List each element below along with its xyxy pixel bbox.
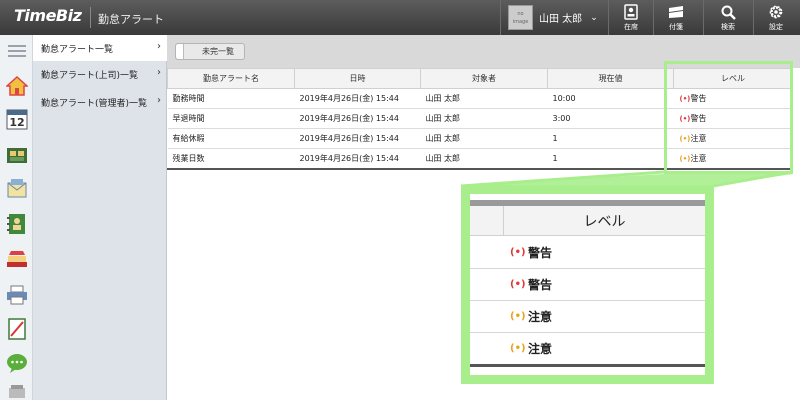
submenu-item-label: 勤怠アラート(上司)一覧 <box>41 70 139 81</box>
gear-icon <box>768 3 784 21</box>
user-name: 山田 太郎 <box>539 14 583 25</box>
search-icon <box>721 3 736 21</box>
zoom-bottom-border <box>470 364 705 367</box>
cell-datetime: 2019年4月26日(金) 15:44 <box>294 88 421 109</box>
submenu-item-boss-alert-list[interactable]: 勤怠アラート(上司)一覧 › <box>33 61 167 87</box>
zoom-row: (•) 警告 <box>470 269 705 301</box>
printer-icon[interactable] <box>4 283 29 307</box>
app-title: 勤怠アラート <box>98 13 164 26</box>
zoom-header: レベル <box>470 206 705 236</box>
zoom-row: (•) 注意 <box>470 301 705 333</box>
zoom-connector-left <box>460 170 665 188</box>
header-divider <box>703 0 704 35</box>
cell-alert-name: 残業日数 <box>167 148 295 169</box>
cell-alert-name: 早退時間 <box>167 108 295 129</box>
submenu-item-alert-list[interactable]: 勤怠アラート一覧 › <box>33 35 167 61</box>
addressbook-icon[interactable] <box>4 212 29 236</box>
settings-label: 設定 <box>769 23 783 31</box>
zoom-row: (•) 注意 <box>470 333 705 365</box>
timecard-icon[interactable] <box>4 247 29 271</box>
column-header-person[interactable]: 対象者 <box>420 68 548 89</box>
cell-alert-name: 有給休暇 <box>167 128 295 149</box>
logo-divider <box>90 7 91 28</box>
column-header-value[interactable]: 現在値 <box>547 68 674 89</box>
level-icon: (•) <box>510 311 526 322</box>
cell-datetime: 2019年4月26日(金) 15:44 <box>294 148 421 169</box>
svg-text:12: 12 <box>9 116 24 129</box>
facility-icon[interactable] <box>4 143 29 167</box>
toggle-label: 未完一覧 <box>202 47 234 56</box>
sticky-note-label: 付箋 <box>669 23 683 31</box>
zoom-header-label: レベル <box>583 214 626 230</box>
zoom-level-label: 注意 <box>528 342 553 356</box>
cell-person: 山田 太郎 <box>420 128 548 149</box>
highlight-box-level-column <box>664 61 793 174</box>
presence-label: 在席 <box>624 23 638 31</box>
cell-person: 山田 太郎 <box>420 88 548 109</box>
cell-value: 1 <box>547 128 674 149</box>
app-logo[interactable]: TimeBiz <box>14 6 82 25</box>
avatar: no image <box>508 5 533 30</box>
app-rail: 12 <box>0 35 33 400</box>
user-menu[interactable]: no image 山田 太郎 ⌄ <box>508 4 598 31</box>
chat-icon[interactable] <box>4 351 29 375</box>
presence-button[interactable]: 在席 <box>611 3 651 33</box>
app-header: TimeBiz 勤怠アラート no image 山田 太郎 ⌄ 在席 付箋 検索… <box>0 0 800 35</box>
search-button[interactable]: 検索 <box>708 3 748 33</box>
search-label: 検索 <box>721 23 735 31</box>
zoom-content: レベル (•) 警告 (•) 警告 (•) 注意 (•) 注意 <box>470 194 705 375</box>
toggle-knob <box>176 44 184 59</box>
sticky-note-icon <box>668 3 684 21</box>
level-icon: (•) <box>510 343 526 354</box>
submenu-item-admin-alert-list[interactable]: 勤怠アラート(管理者)一覧 › <box>33 89 167 115</box>
zoom-connector-shape <box>461 174 793 185</box>
chevron-right-icon: › <box>157 67 161 78</box>
mail-icon[interactable] <box>4 177 29 201</box>
zoom-level-label: 注意 <box>528 310 553 324</box>
level-icon: (•) <box>510 247 526 258</box>
settings-button[interactable]: 設定 <box>756 3 796 33</box>
column-header-datetime[interactable]: 日時 <box>294 68 421 89</box>
cell-person: 山田 太郎 <box>420 148 548 169</box>
cell-value: 1 <box>547 148 674 169</box>
header-divider <box>753 0 754 35</box>
incomplete-list-toggle[interactable]: 未完一覧 <box>175 43 245 60</box>
cell-datetime: 2019年4月26日(金) 15:44 <box>294 108 421 129</box>
chevron-down-icon: ⌄ <box>590 12 598 23</box>
zoom-panel: レベル (•) 警告 (•) 警告 (•) 注意 (•) 注意 <box>461 185 714 384</box>
cell-person: 山田 太郎 <box>420 108 548 129</box>
header-divider <box>500 0 501 35</box>
zoom-level-label: 警告 <box>528 246 553 260</box>
cell-alert-name: 勤務時間 <box>167 88 295 109</box>
more-icon[interactable] <box>4 379 29 400</box>
menu-icon[interactable] <box>4 39 29 63</box>
chevron-right-icon: › <box>157 95 161 106</box>
cell-value: 10:00 <box>547 88 674 109</box>
zoom-row: (•) 警告 <box>470 237 705 269</box>
chevron-right-icon: › <box>157 41 161 52</box>
zoom-level-label: 警告 <box>528 278 553 292</box>
id-card-icon <box>624 3 638 21</box>
home-icon[interactable] <box>4 74 29 98</box>
submenu: 勤怠アラート一覧 › 勤怠アラート(上司)一覧 › 勤怠アラート(管理者)一覧 … <box>33 35 167 400</box>
report-icon[interactable] <box>4 317 29 341</box>
cell-value: 3:00 <box>547 108 674 129</box>
zoom-connector-right <box>712 170 793 188</box>
column-header-alert-name[interactable]: 勤怠アラート名 <box>167 68 295 89</box>
header-divider <box>608 0 609 35</box>
submenu-item-label: 勤怠アラート一覧 <box>41 44 114 55</box>
submenu-item-label: 勤怠アラート(管理者)一覧 <box>41 98 148 109</box>
level-icon: (•) <box>510 279 526 290</box>
sticky-note-button[interactable]: 付箋 <box>656 3 696 33</box>
cell-datetime: 2019年4月26日(金) 15:44 <box>294 128 421 149</box>
calendar-icon[interactable]: 12 <box>4 107 29 131</box>
header-divider <box>653 0 654 35</box>
